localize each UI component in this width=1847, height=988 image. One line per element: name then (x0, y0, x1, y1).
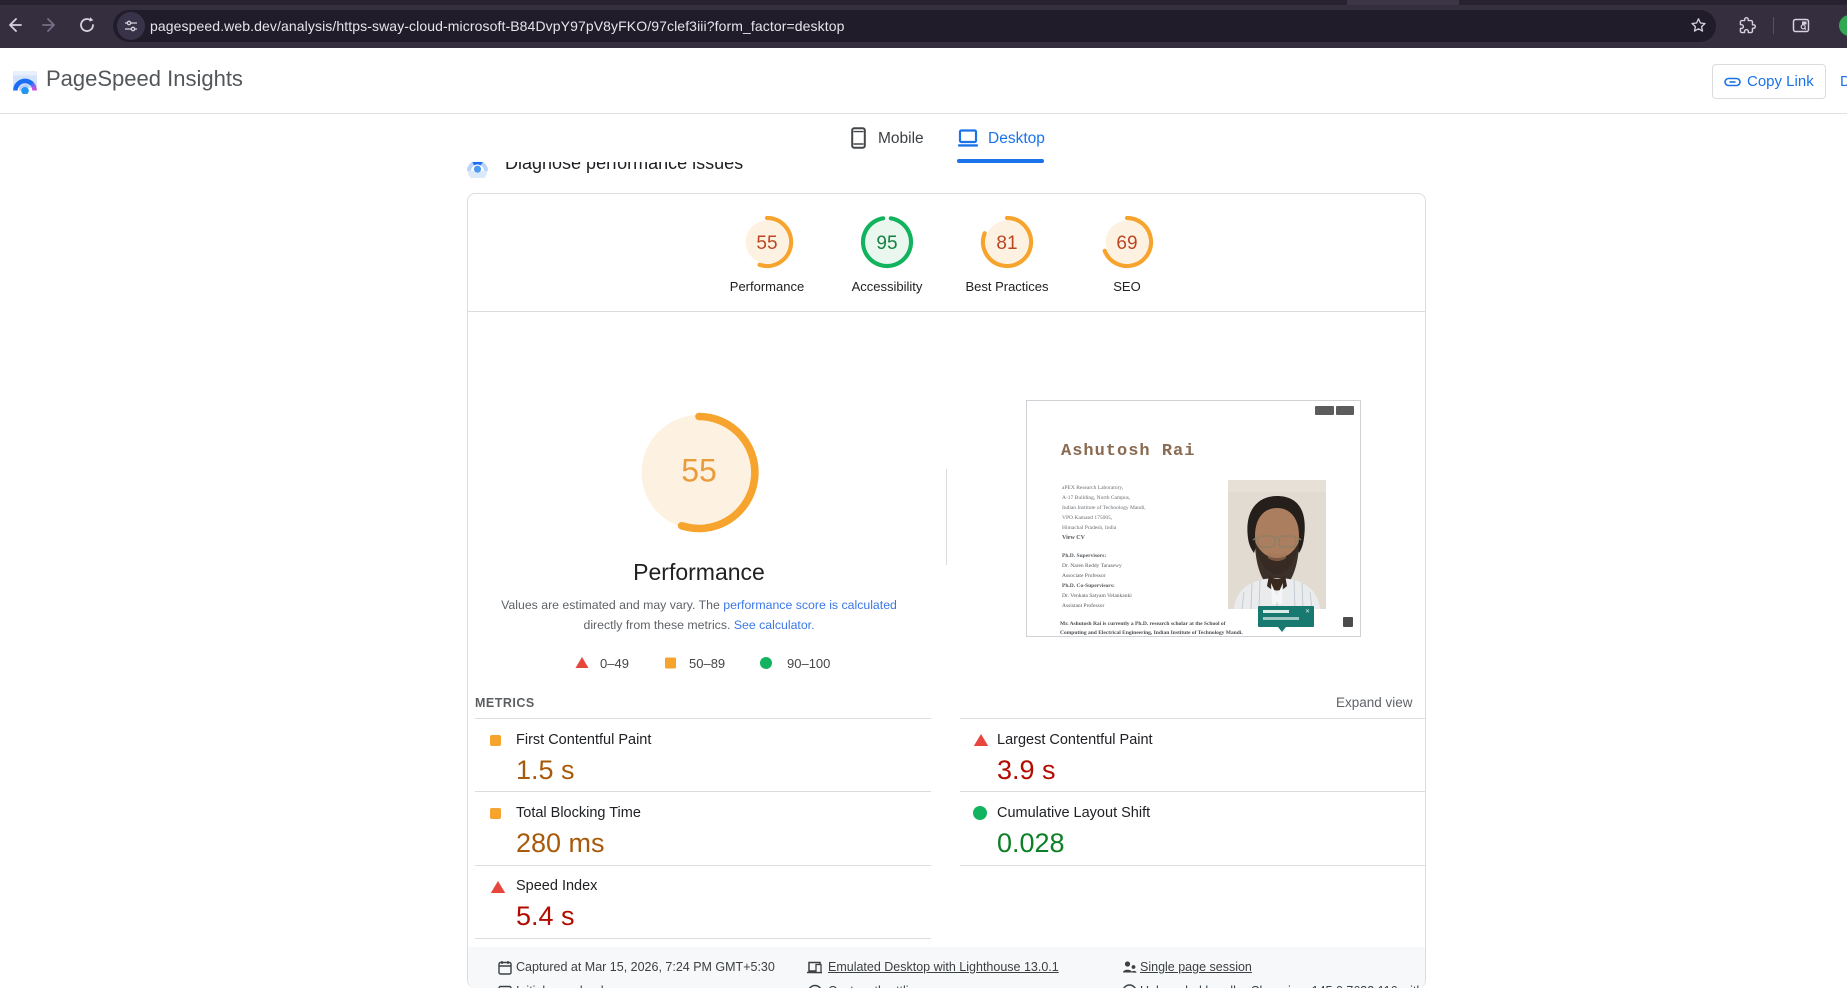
svg-text:81: 81 (996, 233, 1017, 254)
svg-text:69: 69 (1116, 233, 1137, 254)
svg-text:55: 55 (756, 233, 777, 254)
svg-text:55: 55 (681, 453, 717, 489)
svg-text:95: 95 (876, 233, 897, 254)
